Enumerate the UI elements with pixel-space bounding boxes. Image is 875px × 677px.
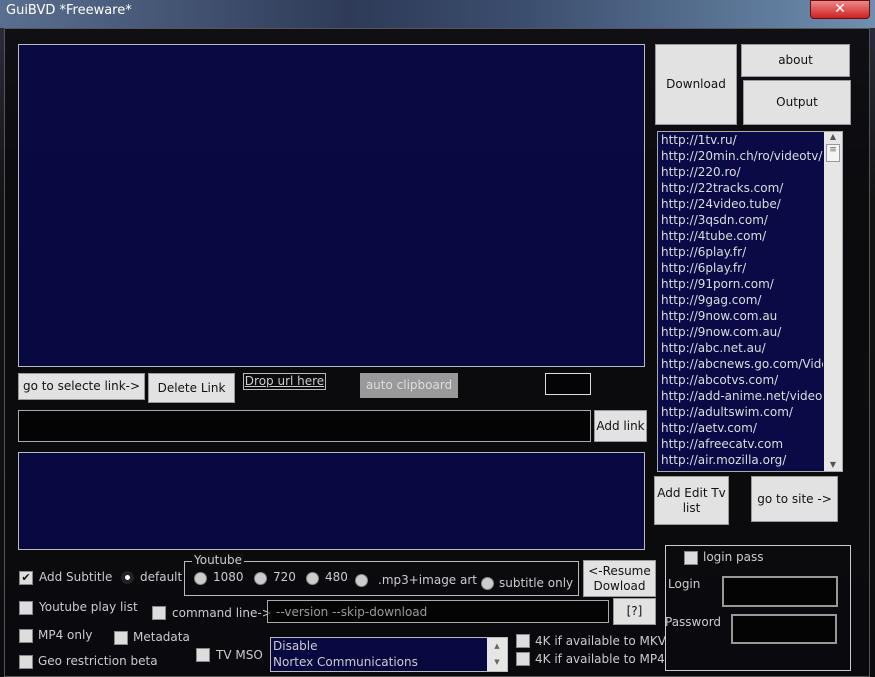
tv-mso-label: TV MSO	[216, 648, 263, 662]
help-button[interactable]: [?]	[613, 598, 656, 625]
radio-480[interactable]	[306, 572, 319, 585]
site-list-item[interactable]: http://1tv.ru/	[658, 132, 823, 148]
radio-mp3[interactable]	[355, 574, 368, 587]
login-label: Login	[668, 577, 701, 591]
command-line-input[interactable]	[267, 600, 609, 623]
radio-1080[interactable]	[194, 572, 207, 585]
mp4-only-checkbox[interactable]	[19, 629, 33, 643]
youtube-playlist-checkbox[interactable]	[19, 601, 33, 615]
scroll-thumb[interactable]: ≡	[826, 144, 840, 162]
site-list-item[interactable]: http://abcotvs.com/	[658, 372, 823, 388]
metadata-checkbox[interactable]	[114, 631, 128, 645]
youtube-group-label: Youtube	[192, 553, 244, 567]
radio-subtitle-only[interactable]	[481, 577, 494, 590]
site-list-item[interactable]: http://adultswim.com/	[658, 404, 823, 420]
output-button[interactable]: Output	[743, 80, 851, 125]
login-pass-checkbox[interactable]	[684, 551, 698, 565]
radio-720[interactable]	[254, 572, 267, 585]
site-list-item[interactable]: http://3qsdn.com/	[658, 212, 823, 228]
label-subtitle-only: subtitle only	[499, 576, 574, 590]
go-to-site-button[interactable]: go to site ->	[751, 476, 838, 522]
site-list-item[interactable]: http://add-anime.net/videos	[658, 388, 823, 404]
mso-scrollbar[interactable]: ▲ ▼	[487, 638, 507, 671]
delete-link-button[interactable]: Delete Link	[148, 373, 235, 403]
link-list-panel[interactable]	[18, 44, 645, 367]
label-720: 720	[273, 570, 296, 584]
metadata-label: Metadata	[133, 630, 190, 644]
site-list-item[interactable]: http://6play.fr/	[658, 260, 823, 276]
add-link-button[interactable]: Add link	[594, 410, 647, 442]
4k-mp4-checkbox[interactable]	[516, 652, 530, 666]
password-label: Password	[665, 615, 722, 629]
tv-mso-checkbox[interactable]	[196, 648, 210, 662]
site-list-item[interactable]: http://9now.com.au/	[658, 324, 823, 340]
site-list-item[interactable]: http://abcnews.go.com/Video	[658, 356, 823, 372]
site-list-item[interactable]: http://air.mozilla.org/	[658, 452, 823, 468]
4k-mkv-label: 4K if available to MKV	[535, 634, 666, 648]
command-line-checkbox[interactable]	[152, 606, 166, 620]
resume-download-button[interactable]: <-Resume Dowload	[583, 560, 656, 597]
label-mp3: .mp3+image art	[378, 573, 477, 587]
youtube-playlist-label: Youtube play list	[39, 600, 138, 614]
add-edit-tv-button[interactable]: Add Edit Tv list	[654, 476, 729, 525]
site-list-item[interactable]: http://afreecatv.com	[658, 436, 823, 452]
site-list-item[interactable]: http://91porn.com/	[658, 276, 823, 292]
add-subtitle-checkbox[interactable]: ✔	[19, 571, 33, 585]
site-list-item[interactable]: http://9now.com.au	[658, 308, 823, 324]
mp4-only-label: MP4 only	[38, 628, 93, 642]
mso-item[interactable]: Disable	[271, 638, 507, 654]
window-title: GuiBVD *Freeware*	[6, 3, 132, 18]
drop-url-area[interactable]: Drop url here	[243, 373, 326, 390]
command-line-label: command line->	[172, 606, 272, 620]
site-list-item[interactable]: http://4tube.com/	[658, 228, 823, 244]
4k-mp4-label: 4K if available to MP4	[535, 652, 665, 666]
label-480: 480	[325, 570, 348, 584]
download-button[interactable]: Download	[655, 44, 737, 125]
url-input[interactable]	[18, 410, 591, 442]
close-button[interactable]: ✕	[810, 0, 870, 19]
mso-item[interactable]: Nortex Communications	[271, 654, 507, 670]
scrollbar[interactable]: ▲ ≡ ▼	[824, 132, 842, 471]
site-list-item[interactable]: http://24video.tube/	[658, 196, 823, 212]
site-list-item[interactable]: http://abc.net.au/	[658, 340, 823, 356]
about-button[interactable]: about	[741, 44, 850, 77]
default-label: default	[140, 570, 183, 584]
site-list-item[interactable]: http://20min.ch/ro/videotv/	[658, 148, 823, 164]
login-pass-label: login pass	[703, 550, 764, 564]
geo-restriction-label: Geo restriction beta	[38, 654, 158, 668]
password-input[interactable]	[731, 614, 837, 644]
log-area[interactable]	[18, 452, 645, 550]
site-list-item[interactable]: http://22tracks.com/	[658, 180, 823, 196]
label-1080: 1080	[213, 570, 244, 584]
default-radio[interactable]	[121, 571, 134, 584]
site-list[interactable]: http://1tv.ru/http://20min.ch/ro/videotv…	[657, 131, 843, 472]
site-list-item[interactable]: http://aetv.com/	[658, 420, 823, 436]
add-subtitle-label: Add Subtitle	[39, 570, 113, 584]
site-list-item[interactable]: http://220.ro/	[658, 164, 823, 180]
small-field[interactable]	[545, 373, 591, 395]
go-to-link-button[interactable]: go to selecte link->	[18, 373, 145, 400]
login-input[interactable]	[722, 576, 838, 607]
site-list-item[interactable]: http://6play.fr/	[658, 244, 823, 260]
mso-list[interactable]: Disable Nortex Communications ▲ ▼	[270, 637, 508, 672]
geo-restriction-checkbox[interactable]	[19, 655, 33, 669]
auto-clipboard-button[interactable]: auto clipboard	[360, 373, 458, 398]
4k-mkv-checkbox[interactable]	[516, 634, 530, 648]
site-list-item[interactable]: http://9gag.com/	[658, 292, 823, 308]
